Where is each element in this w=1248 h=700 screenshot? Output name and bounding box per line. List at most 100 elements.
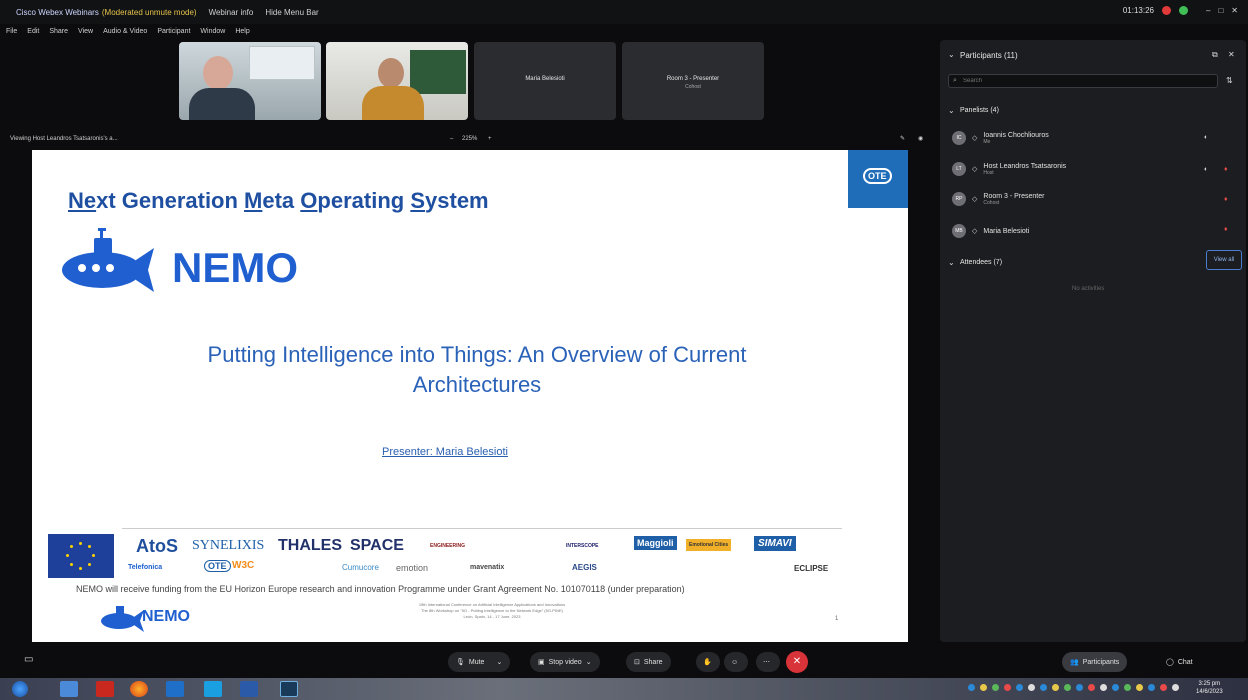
person-head — [378, 58, 404, 88]
tray-icon[interactable] — [1040, 684, 1047, 691]
panelist-role: Cohost — [983, 199, 1000, 206]
video-on-icon[interactable]: ◐ — [1204, 134, 1208, 141]
video-tile-camera-1[interactable] — [179, 42, 321, 120]
panelist-row[interactable]: RP ◇ Room 3 - Presenter Cohost — [952, 192, 1044, 206]
chat-button[interactable]: ◯ Chat — [1158, 652, 1201, 672]
panelist-row[interactable]: IC ◇ Ioannis Chochliouros Me — [952, 131, 1049, 145]
presenter-link[interactable]: Presenter: Maria Belesioti — [382, 446, 508, 458]
menu-edit[interactable]: Edit — [27, 28, 39, 35]
participants-button[interactable]: 👥 Participants — [1062, 652, 1128, 672]
word-icon[interactable] — [240, 681, 258, 697]
tray-icon[interactable] — [1100, 684, 1107, 691]
chevron-down-icon[interactable]: ⌄ — [948, 50, 955, 59]
zoom-in-button[interactable]: + — [488, 136, 492, 142]
conference-info: 19th International Conference on Artific… — [418, 602, 566, 619]
mute-button[interactable]: 🎙 Mute ⌄ — [448, 652, 511, 672]
minimize-icon[interactable]: – — [1206, 6, 1210, 15]
participant-search[interactable]: ⌕ — [948, 74, 1218, 88]
nemo-small-logo-icon — [101, 606, 144, 632]
chevron-down-icon[interactable]: ⌄ — [948, 106, 955, 115]
annotate-icon[interactable]: ✎ — [900, 135, 905, 142]
connection-icon[interactable] — [1179, 6, 1188, 15]
muted-mic-icon[interactable]: ♦ — [1224, 196, 1228, 203]
chevron-down-icon[interactable]: ⌄ — [496, 658, 502, 666]
partner-synelixis: SYNELIXIS — [192, 538, 265, 553]
video-tile-room3[interactable]: Room 3 - Presenter Cohost — [622, 42, 764, 120]
tray-icon[interactable] — [980, 684, 987, 691]
skype-icon[interactable] — [204, 681, 222, 697]
partner-telefonica: Telefonica — [128, 564, 163, 571]
reactions-button[interactable]: ☺ — [724, 652, 748, 672]
system-clock[interactable]: 3:25 pm 14/6/2023 — [1196, 680, 1223, 696]
tray-icon[interactable] — [1016, 684, 1023, 691]
maximize-icon[interactable]: □ — [1218, 6, 1223, 15]
chat-label: Chat — [1177, 658, 1193, 666]
muted-mic-icon[interactable]: ♦ — [1224, 226, 1228, 233]
share-button[interactable]: ⊡ Share — [626, 652, 671, 672]
panelist-row[interactable]: LT ◇ Host Leandros Tsatsaronis Host — [952, 162, 1066, 176]
panelist-name: Ioannis Chochliouros — [983, 131, 1049, 139]
webinar-info-button[interactable]: Webinar info — [209, 8, 254, 17]
more-options-button[interactable]: ⋯ — [756, 652, 780, 672]
popout-icon[interactable]: ⧉ — [1212, 50, 1218, 60]
webex-icon[interactable] — [280, 681, 298, 697]
chevron-down-icon[interactable]: ⌄ — [586, 658, 592, 666]
pdf-reader-icon[interactable] — [96, 681, 114, 697]
panelist-row[interactable]: MB ◇ Maria Belesioti — [952, 224, 1029, 238]
tray-icon[interactable] — [1004, 684, 1011, 691]
hide-menu-button[interactable]: Hide Menu Bar — [265, 8, 318, 17]
close-icon[interactable]: ✕ — [1231, 6, 1238, 15]
tray-icon[interactable] — [1076, 684, 1083, 691]
tray-icon[interactable] — [1052, 684, 1059, 691]
raise-hand-button[interactable]: ✋ — [696, 652, 720, 672]
tray-icon[interactable] — [1172, 684, 1179, 691]
partner-space: SPACE — [350, 537, 404, 554]
video-tile-maria[interactable]: Maria Belesioti — [474, 42, 616, 120]
viewing-label: Viewing Host Leandros Tsatsaronis's a... — [10, 136, 118, 142]
menu-participant[interactable]: Participant — [157, 28, 190, 35]
video-tile-camera-2[interactable] — [326, 42, 468, 120]
partner-aegis: AEGIS — [572, 563, 597, 572]
recording-icon[interactable] — [1162, 6, 1171, 15]
app-title: Cisco Webex Webinars — [16, 7, 99, 17]
menu-share[interactable]: Share — [49, 28, 68, 35]
view-all-button[interactable]: View all — [1206, 250, 1242, 270]
panel-close-icon[interactable]: ✕ — [1228, 50, 1235, 59]
menu-audio-video[interactable]: Audio & Video — [103, 28, 147, 35]
stop-video-button[interactable]: ▣ Stop video ⌄ — [530, 652, 600, 672]
panelist-role: Host — [983, 169, 994, 176]
slide-page-number: 1 — [835, 616, 839, 622]
tray-icon[interactable] — [1064, 684, 1071, 691]
muted-mic-icon[interactable]: ♦ — [1224, 166, 1228, 173]
chevron-down-icon[interactable]: ⌄ — [948, 258, 955, 267]
file-explorer-icon[interactable] — [60, 681, 78, 697]
firefox-icon[interactable] — [130, 681, 148, 697]
zoom-out-button[interactable]: – — [450, 136, 453, 142]
sort-icon[interactable]: ⇅ — [1226, 76, 1233, 85]
menu-view[interactable]: View — [78, 28, 93, 35]
tray-icon[interactable] — [1148, 684, 1155, 691]
tray-icon[interactable] — [1088, 684, 1095, 691]
zoom-level[interactable]: 225% — [462, 136, 477, 142]
leave-button[interactable]: ✕ — [786, 651, 808, 673]
tray-icon[interactable] — [1124, 684, 1131, 691]
partner-mavenatix: mavenatix — [470, 564, 505, 571]
tray-icon[interactable] — [1028, 684, 1035, 691]
menu-help[interactable]: Help — [235, 28, 249, 35]
tray-icon[interactable] — [968, 684, 975, 691]
view-options-icon[interactable]: ◉ — [918, 135, 923, 142]
tray-icon[interactable] — [1112, 684, 1119, 691]
menu-window[interactable]: Window — [200, 28, 225, 35]
tray-icon[interactable] — [992, 684, 999, 691]
submarine-logo-icon — [62, 228, 154, 292]
slide-heading: Next Generation Meta Operating System — [68, 188, 489, 213]
outlook-icon[interactable] — [166, 681, 184, 697]
menu-file[interactable]: File — [6, 28, 17, 35]
partner-simavi: SIMAVI — [754, 536, 796, 551]
tray-icon[interactable] — [1160, 684, 1167, 691]
layout-icon[interactable]: ▭ — [24, 654, 33, 665]
search-input[interactable] — [963, 76, 1203, 86]
video-on-icon[interactable]: ◐ — [1204, 166, 1208, 173]
start-icon[interactable] — [12, 681, 28, 697]
tray-icon[interactable] — [1136, 684, 1143, 691]
